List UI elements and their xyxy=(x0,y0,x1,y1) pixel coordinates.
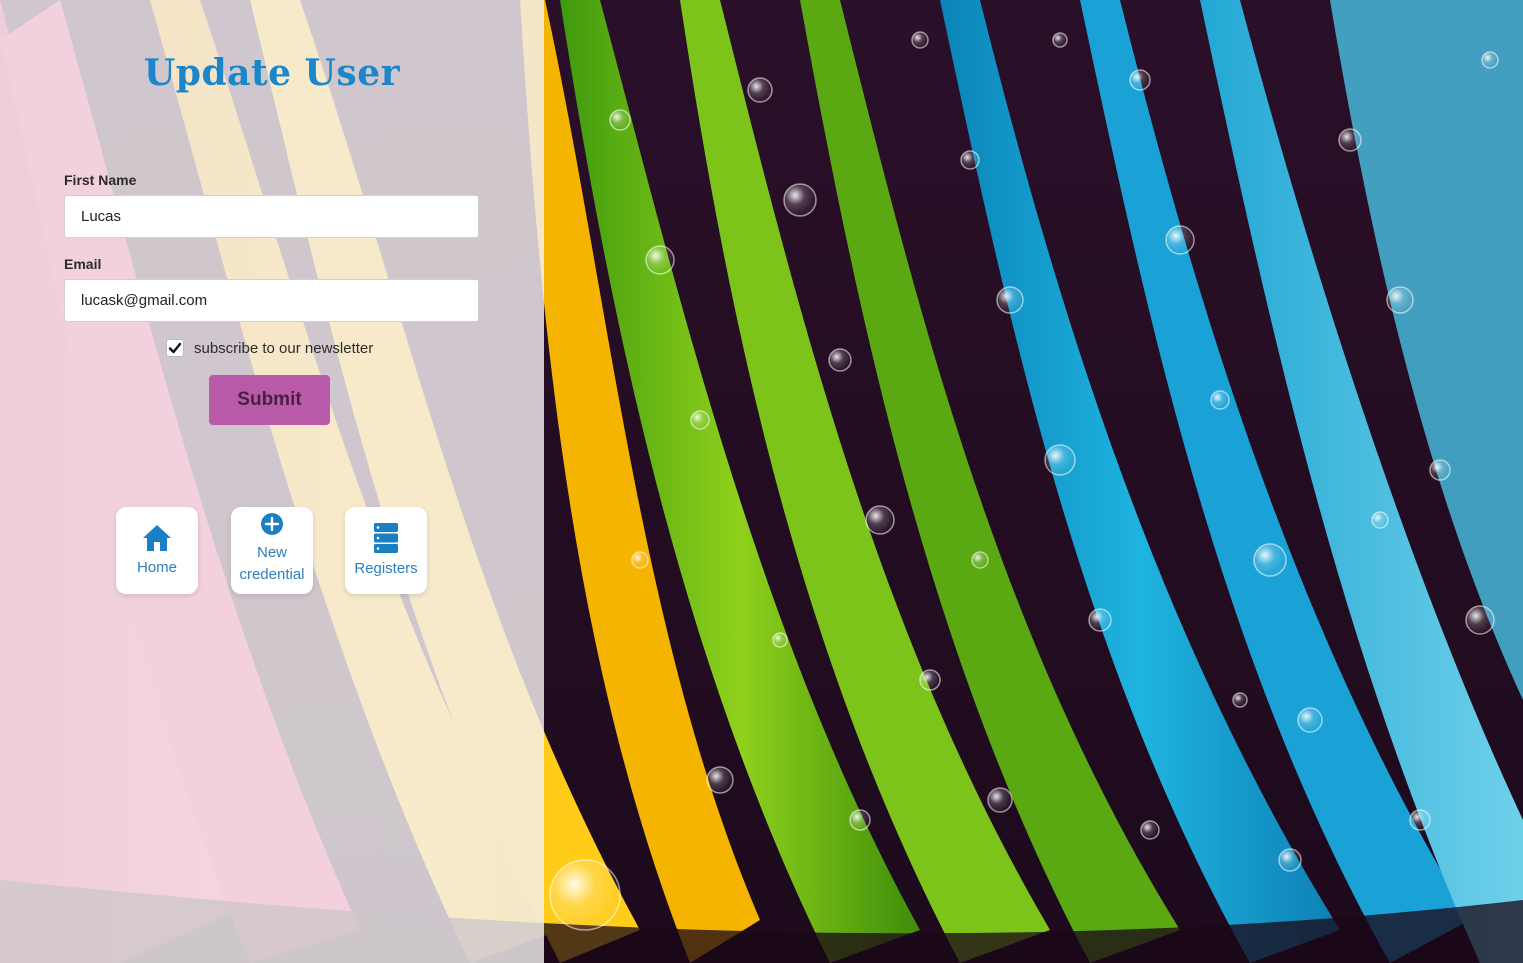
checkmark-icon xyxy=(168,342,182,354)
home-label: Home xyxy=(136,558,177,576)
page-title: Update User xyxy=(143,52,401,94)
new-credential-label-line1: New xyxy=(256,543,287,561)
submit-button[interactable]: Submit xyxy=(209,375,330,425)
plus-circle-icon xyxy=(260,512,284,536)
registers-button[interactable]: Registers xyxy=(345,507,427,594)
server-icon xyxy=(373,522,399,554)
new-credential-label-line2: credential xyxy=(239,565,305,583)
new-credential-button[interactable]: New credential xyxy=(231,507,313,594)
newsletter-checkbox[interactable] xyxy=(166,339,184,357)
newsletter-row: subscribe to our newsletter xyxy=(166,339,373,357)
registers-label: Registers xyxy=(354,559,418,577)
home-button[interactable]: Home xyxy=(116,507,198,594)
first-name-label: First Name xyxy=(64,172,137,188)
form-panel xyxy=(0,0,544,963)
home-icon xyxy=(141,523,173,553)
email-field[interactable] xyxy=(64,279,479,322)
first-name-field[interactable] xyxy=(64,195,479,238)
newsletter-label: subscribe to our newsletter xyxy=(194,339,374,357)
email-label: Email xyxy=(64,256,102,272)
